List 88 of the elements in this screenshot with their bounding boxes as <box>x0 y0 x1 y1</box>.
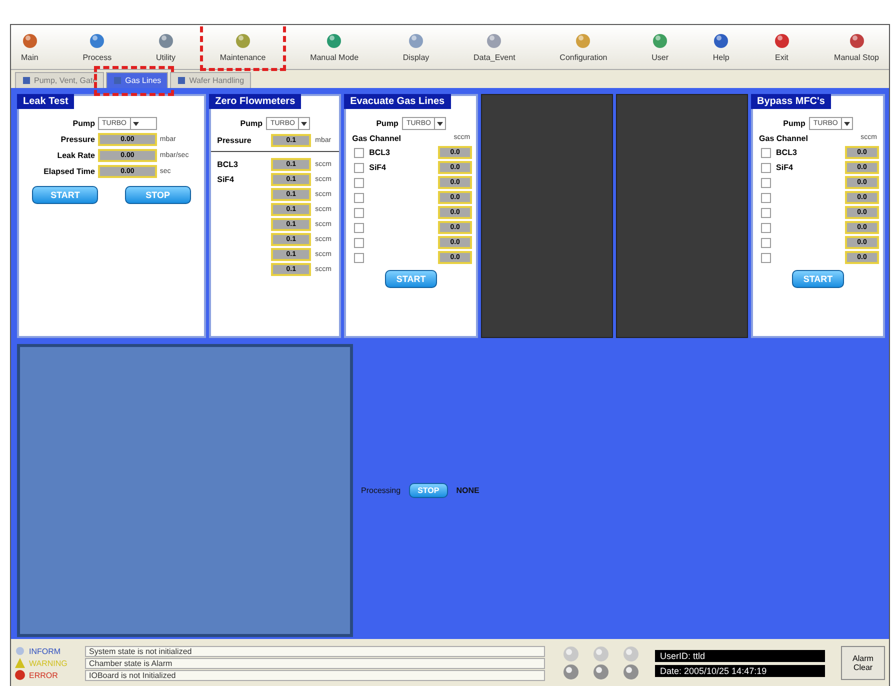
checkbox[interactable] <box>354 252 364 262</box>
checkbox[interactable] <box>761 252 772 262</box>
panel-title: Evacuate Gas Lines <box>344 94 451 109</box>
indicator-lamp-icon <box>563 664 579 680</box>
tab-icon <box>113 76 122 85</box>
panel-title: Bypass MFC's <box>751 94 831 109</box>
toolbar-button[interactable]: Help <box>706 25 736 69</box>
app-icon <box>408 32 424 48</box>
checkbox[interactable] <box>354 222 364 232</box>
app-icon <box>652 32 668 48</box>
tab-icon <box>177 76 186 85</box>
checkbox[interactable] <box>761 162 772 172</box>
toolbar-button[interactable]: Display <box>396 25 436 69</box>
tab-icon <box>22 76 31 85</box>
processing-label: Processing <box>361 486 401 495</box>
column-header: Gas Channel <box>759 134 808 143</box>
channel-name: BCL3 <box>776 148 797 157</box>
app-icon <box>774 32 790 48</box>
toolbar-button[interactable]: Maintenance <box>214 25 272 69</box>
toolbar-button[interactable]: Main <box>15 25 44 69</box>
channel-name: SiF4 <box>217 175 234 184</box>
app-icon <box>575 32 592 48</box>
channel-name: SiF4 <box>369 163 386 172</box>
app-icon <box>234 32 251 48</box>
checkbox[interactable] <box>761 222 772 232</box>
toolbar-button[interactable]: Manual Mode <box>304 25 365 69</box>
indicator-lamp-icon <box>593 646 609 662</box>
toolbar-button[interactable]: Data_Event <box>468 25 522 69</box>
warning-icon <box>15 658 25 668</box>
user-id-display: UserID: ttld <box>655 650 825 662</box>
status-message: IOBoard is not Initialized <box>85 670 545 680</box>
indicator-lamp-icon <box>563 646 579 662</box>
dropdown-arrow-icon[interactable] <box>434 118 445 129</box>
indicator-lamp-icon <box>623 664 639 680</box>
checkbox[interactable] <box>354 208 364 218</box>
processing-state: NONE <box>456 486 480 495</box>
app-icon <box>326 32 342 48</box>
checkbox[interactable] <box>761 238 772 248</box>
severity-label: WARNING <box>29 658 68 668</box>
reading-label: Pressure <box>60 135 95 144</box>
app-icon <box>89 32 106 48</box>
pump-label: Pump <box>240 119 262 128</box>
app-icon <box>486 32 502 48</box>
checkbox[interactable] <box>354 162 364 172</box>
checkbox[interactable] <box>761 208 772 218</box>
tab[interactable]: Gas Lines <box>106 72 168 88</box>
indicator-lamp-icon <box>593 664 609 680</box>
reading-label: Elapsed Time <box>42 167 95 176</box>
reading-label: Pressure <box>217 136 252 145</box>
channel-name: BCL3 <box>217 160 238 169</box>
app-icon <box>848 32 864 48</box>
reading-label: Leak Rate <box>56 151 95 160</box>
pump-label: Pump <box>783 119 806 128</box>
error-icon <box>15 670 25 680</box>
toolbar-button[interactable]: Manual Stop <box>828 25 885 69</box>
pump-label: Pump <box>72 119 95 128</box>
status-message: System state is not initialized <box>85 646 545 656</box>
channel-name: BCL3 <box>369 148 390 157</box>
toolbar-button[interactable]: Exit <box>768 25 796 69</box>
toolbar-button[interactable]: Configuration <box>554 25 614 69</box>
info-icon <box>15 646 25 656</box>
severity-label: ERROR <box>29 670 59 680</box>
checkbox[interactable] <box>761 178 772 188</box>
toolbar-button[interactable]: Utility <box>150 25 182 69</box>
status-message: Chamber state is Alarm <box>85 658 545 668</box>
checkbox[interactable] <box>761 192 772 202</box>
dropdown-arrow-icon[interactable] <box>298 118 309 129</box>
checkbox[interactable] <box>354 178 364 188</box>
checkbox[interactable] <box>354 238 364 248</box>
pump-label: Pump <box>376 119 398 128</box>
checkbox[interactable] <box>354 192 364 202</box>
app-icon <box>22 32 38 48</box>
panel-title: Zero Flowmeters <box>209 94 302 109</box>
toolbar-button[interactable]: Process <box>76 25 118 69</box>
column-header: Gas Channel <box>352 134 402 143</box>
app-icon <box>713 32 730 48</box>
dropdown-arrow-icon[interactable] <box>130 118 140 129</box>
date-display: Date: 2005/10/25 14:47:19 <box>655 664 825 676</box>
checkbox[interactable] <box>354 148 364 158</box>
toolbar-button[interactable]: User <box>646 25 675 69</box>
panel-title: Leak Test <box>17 94 74 109</box>
checkbox[interactable] <box>761 148 772 158</box>
app-icon <box>158 32 174 48</box>
indicator-lamp-icon <box>623 646 639 662</box>
severity-label: INFORM <box>29 646 62 656</box>
dropdown-arrow-icon[interactable] <box>840 118 852 129</box>
alarm-clear-button[interactable]: Alarm Clear <box>841 646 885 680</box>
channel-name: SiF4 <box>776 163 793 172</box>
